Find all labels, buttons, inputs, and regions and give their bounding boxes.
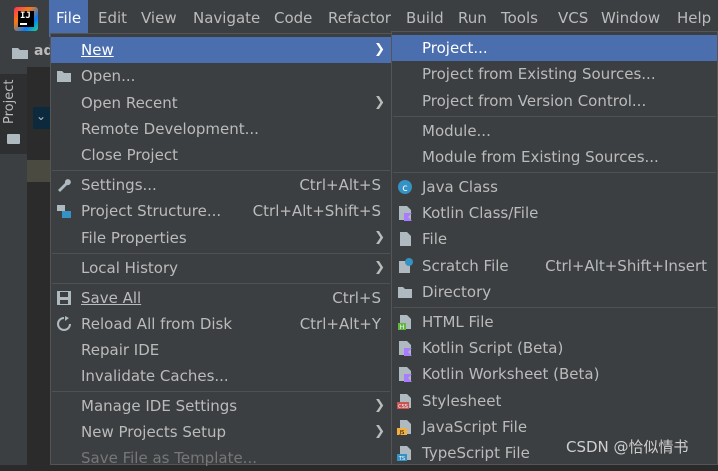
selected-tree-row [27, 160, 50, 182]
submenu-arrow-icon: ❯ [374, 95, 385, 110]
javascript-file-icon: JS [397, 420, 411, 435]
separator [393, 116, 716, 117]
file-icon [400, 232, 411, 246]
submenu-arrow-icon: ❯ [374, 398, 385, 413]
menu-item-kotlin-class[interactable]: Kotlin Class/File [392, 200, 717, 226]
menu-item-local-history[interactable]: Local History ❯ [51, 255, 391, 281]
menu-item-manage-ide-settings[interactable]: Manage IDE Settings ❯ [51, 393, 391, 419]
separator [52, 391, 390, 392]
watermark: CSDN @恰似情书 [566, 438, 689, 456]
menu-item-html-file[interactable]: H HTML File [392, 309, 717, 335]
menu-item-kotlin-script[interactable]: Kotlin Script (Beta) [392, 335, 717, 361]
menu-item-project-vcs[interactable]: Project from Version Control... [392, 88, 717, 114]
menu-view[interactable]: View [134, 0, 184, 37]
save-icon [57, 291, 71, 305]
menu-item-reload-all[interactable]: Reload All from Disk Ctrl+Alt+Y [51, 311, 391, 337]
chevron-down-icon: ⌄ [36, 109, 47, 123]
kotlin-script-icon [399, 341, 412, 356]
menu-item-module-existing-sources[interactable]: Module from Existing Sources... [392, 144, 717, 170]
menu-item-new-projects-setup[interactable]: New Projects Setup ❯ [51, 419, 391, 445]
menu-item-save-file-as-template[interactable]: Save File as Template... [51, 445, 391, 471]
project-tab-label: Project [2, 79, 17, 124]
menu-item-directory[interactable]: Directory [392, 279, 717, 305]
panel-dropdown[interactable]: ⌄ [33, 107, 51, 129]
menu-item-invalidate-caches[interactable]: Invalidate Caches... [51, 363, 391, 389]
css-file-icon: CSS [397, 394, 411, 409]
project-folder-icon [7, 134, 20, 144]
submenu-arrow-icon: ❯ [374, 42, 385, 57]
svg-text:CSS: CSS [398, 404, 408, 409]
folder-open-icon [57, 71, 71, 82]
navigation-bar: ad [0, 37, 53, 67]
wrench-icon [58, 179, 71, 192]
folder-icon [12, 48, 28, 59]
menu-item-file-properties[interactable]: File Properties ❯ [51, 225, 391, 251]
svg-text:JS: JS [399, 430, 405, 435]
java-class-icon: c [398, 180, 412, 194]
submenu-arrow-icon: ❯ [374, 424, 385, 439]
menu-item-kotlin-worksheet[interactable]: Kotlin Worksheet (Beta) [392, 361, 717, 387]
svg-text:TS: TS [398, 456, 405, 461]
directory-icon [398, 287, 412, 298]
kotlin-file-icon [399, 206, 412, 221]
menu-file[interactable]: File [49, 0, 89, 37]
menu-item-stylesheet[interactable]: CSS Stylesheet [392, 388, 717, 414]
menu-item-project-existing-sources[interactable]: Project from Existing Sources... [392, 61, 717, 87]
separator [393, 172, 716, 173]
menu-item-module[interactable]: Module... [392, 118, 717, 144]
menu-navigate[interactable]: Navigate [186, 0, 267, 37]
menu-item-remote-development[interactable]: Remote Development... [51, 116, 391, 142]
svg-text:H: H [400, 324, 405, 330]
menu-item-java-class[interactable]: c Java Class [392, 174, 717, 200]
menu-item-close-project[interactable]: Close Project [51, 142, 391, 168]
file-menu: New ❯ Open... Open Recent ❯ Remote Develop… [50, 33, 392, 467]
menu-item-scratch-file[interactable]: Scratch File Ctrl+Alt+Shift+Insert [392, 253, 717, 279]
project-structure-icon [57, 205, 71, 218]
html-file-icon: H [398, 315, 411, 330]
kotlin-worksheet-icon [399, 367, 412, 382]
menu-refactor[interactable]: Refactor [321, 0, 398, 37]
reload-icon [57, 316, 71, 331]
menu-item-new[interactable]: New ❯ [51, 37, 391, 63]
submenu-arrow-icon: ❯ [374, 230, 385, 245]
menu-item-file[interactable]: File [392, 226, 717, 252]
new-submenu: Project... Project from Existing Sources… [391, 31, 718, 465]
separator [52, 170, 390, 171]
submenu-arrow-icon: ❯ [374, 260, 385, 275]
typescript-file-icon: TS [397, 446, 411, 461]
separator [52, 253, 390, 254]
menu-item-project-structure[interactable]: Project Structure... Ctrl+Alt+Shift+S [51, 198, 391, 224]
menu-item-save-all[interactable]: Save All Ctrl+S [51, 285, 391, 311]
menu-edit[interactable]: Edit [91, 0, 134, 37]
menu-item-project[interactable]: Project... [392, 35, 717, 61]
menu-item-open[interactable]: Open... [51, 63, 391, 89]
menu-code[interactable]: Code [267, 0, 319, 37]
separator [393, 307, 716, 308]
scratch-file-icon [399, 258, 413, 273]
svg-text:c: c [402, 183, 408, 194]
menu-item-open-recent[interactable]: Open Recent ❯ [51, 90, 391, 116]
separator [52, 283, 390, 284]
menu-item-settings[interactable]: Settings... Ctrl+Alt+S [51, 172, 391, 198]
menu-item-repair-ide[interactable]: Repair IDE [51, 337, 391, 363]
intellij-logo-icon: IJ [14, 7, 38, 31]
